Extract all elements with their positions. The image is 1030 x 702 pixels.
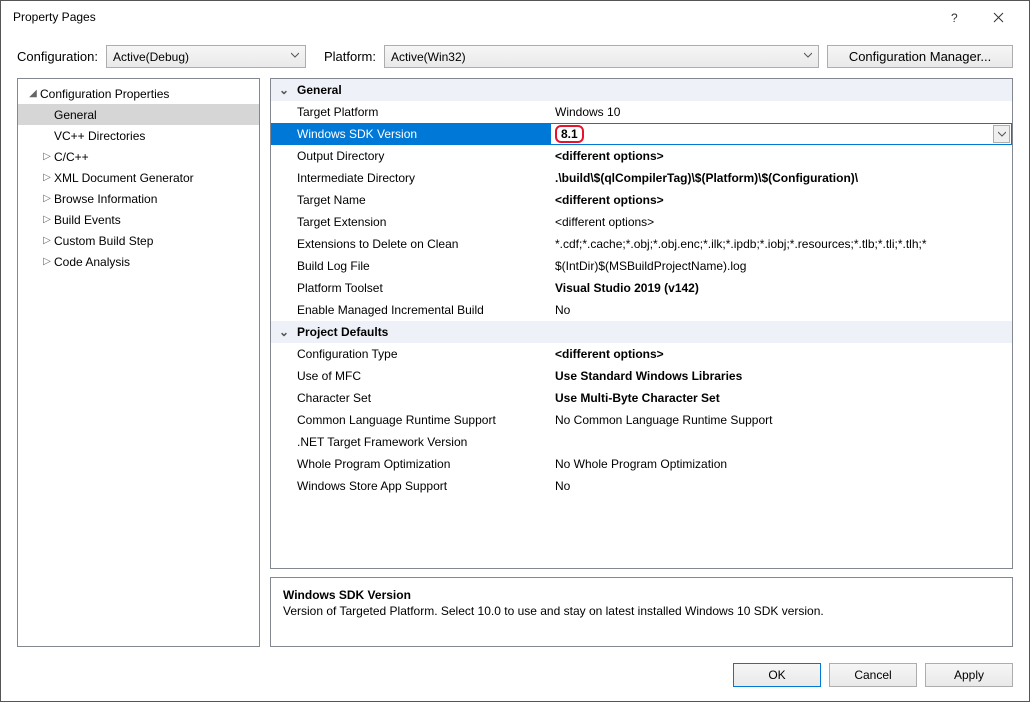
tree-item[interactable]: VC++ Directories [18, 125, 259, 146]
property-row[interactable]: Platform ToolsetVisual Studio 2019 (v142… [271, 277, 1012, 299]
platform-label: Platform: [324, 49, 376, 64]
expand-icon: ▷ [40, 256, 54, 267]
property-row[interactable]: Enable Managed Incremental BuildNo [271, 299, 1012, 321]
property-row[interactable]: Use of MFCUse Standard Windows Libraries [271, 365, 1012, 387]
property-row[interactable]: Target Extension<different options> [271, 211, 1012, 233]
property-grid[interactable]: ⌄GeneralTarget PlatformWindows 10Windows… [270, 78, 1013, 569]
tree-item[interactable]: General [18, 104, 259, 125]
property-label: Build Log File [271, 259, 551, 273]
close-button[interactable] [976, 3, 1021, 31]
property-value[interactable]: No Whole Program Optimization [551, 457, 1012, 471]
expand-icon: ▷ [40, 193, 54, 204]
property-row[interactable]: Common Language Runtime SupportNo Common… [271, 409, 1012, 431]
ok-button[interactable]: OK [733, 663, 821, 687]
cancel-button[interactable]: Cancel [829, 663, 917, 687]
property-row[interactable]: .NET Target Framework Version [271, 431, 1012, 453]
section-header[interactable]: ⌄General [271, 79, 1012, 101]
window-title: Property Pages [9, 10, 931, 24]
tree-item[interactable]: ▷XML Document Generator [18, 167, 259, 188]
property-value[interactable]: *.cdf;*.cache;*.obj;*.obj.enc;*.ilk;*.ip… [551, 237, 1012, 251]
expand-icon: ▷ [40, 172, 54, 183]
dialog-buttons: OK Cancel Apply [1, 655, 1029, 701]
property-label: Target Name [271, 193, 551, 207]
property-label: Intermediate Directory [271, 171, 551, 185]
property-value[interactable]: Visual Studio 2019 (v142) [551, 281, 1012, 295]
property-value[interactable]: .\build\$(qlCompilerTag)\$(Platform)\$(C… [551, 171, 1012, 185]
property-value[interactable]: No Common Language Runtime Support [551, 413, 1012, 427]
property-label: Whole Program Optimization [271, 457, 551, 471]
property-label: Windows Store App Support [271, 479, 551, 493]
toolbar: Configuration: Active(Debug) Platform: A… [1, 33, 1029, 78]
property-value[interactable]: $(IntDir)$(MSBuildProjectName).log [551, 259, 1012, 273]
property-row[interactable]: Whole Program OptimizationNo Whole Progr… [271, 453, 1012, 475]
help-button[interactable]: ? [931, 3, 976, 31]
property-value[interactable]: <different options> [551, 193, 1012, 207]
property-value[interactable]: <different options> [551, 347, 1012, 361]
tree-item[interactable]: ▷C/C++ [18, 146, 259, 167]
property-row[interactable]: Target PlatformWindows 10 [271, 101, 1012, 123]
info-panel: Windows SDK Version Version of Targeted … [270, 577, 1013, 647]
chevron-down-icon: ⌄ [271, 83, 297, 97]
chevron-down-icon [804, 51, 812, 59]
configuration-select[interactable]: Active(Debug) [106, 45, 306, 68]
property-row[interactable]: Extensions to Delete on Clean*.cdf;*.cac… [271, 233, 1012, 255]
tree-item[interactable]: ▷Code Analysis [18, 251, 259, 272]
property-label: Extensions to Delete on Clean [271, 237, 551, 251]
property-value[interactable]: 8.1 [551, 124, 1011, 144]
property-value[interactable]: No [551, 303, 1012, 317]
property-row[interactable]: Output Directory<different options> [271, 145, 1012, 167]
tree-item[interactable]: ▷Build Events [18, 209, 259, 230]
property-row[interactable]: Configuration Type<different options> [271, 343, 1012, 365]
chevron-down-icon: ⌄ [271, 325, 297, 339]
configuration-manager-button[interactable]: Configuration Manager... [827, 45, 1013, 68]
property-value[interactable]: <different options> [551, 215, 1012, 229]
section-header[interactable]: ⌄Project Defaults [271, 321, 1012, 343]
property-row[interactable]: Target Name<different options> [271, 189, 1012, 211]
tree-view[interactable]: ◢ Configuration Properties GeneralVC++ D… [17, 78, 260, 647]
property-row[interactable]: Windows SDK Version8.1 [271, 123, 1012, 145]
apply-button[interactable]: Apply [925, 663, 1013, 687]
property-row[interactable]: Windows Store App SupportNo [271, 475, 1012, 497]
expand-icon: ▷ [40, 235, 54, 246]
property-label: Common Language Runtime Support [271, 413, 551, 427]
info-description: Version of Targeted Platform. Select 10.… [283, 604, 1000, 618]
property-row[interactable]: Intermediate Directory.\build\$(qlCompil… [271, 167, 1012, 189]
dropdown-button[interactable] [993, 125, 1010, 143]
property-value[interactable]: Use Multi-Byte Character Set [551, 391, 1012, 405]
property-row[interactable]: Character SetUse Multi-Byte Character Se… [271, 387, 1012, 409]
property-label: Platform Toolset [271, 281, 551, 295]
property-label: Output Directory [271, 149, 551, 163]
expand-icon: ▷ [40, 214, 54, 225]
property-label: Target Extension [271, 215, 551, 229]
svg-text:?: ? [951, 11, 958, 24]
property-label: Use of MFC [271, 369, 551, 383]
property-value[interactable]: Windows 10 [551, 105, 1012, 119]
tree-root[interactable]: ◢ Configuration Properties [18, 83, 259, 104]
expand-icon: ▷ [40, 151, 54, 162]
configuration-label: Configuration: [17, 49, 98, 64]
property-label: Target Platform [271, 105, 551, 119]
property-label: Enable Managed Incremental Build [271, 303, 551, 317]
chevron-down-icon [291, 51, 299, 59]
platform-select[interactable]: Active(Win32) [384, 45, 819, 68]
property-label: .NET Target Framework Version [271, 435, 551, 449]
property-value[interactable]: No [551, 479, 1012, 493]
property-label: Character Set [271, 391, 551, 405]
property-label: Configuration Type [271, 347, 551, 361]
property-value[interactable]: Use Standard Windows Libraries [551, 369, 1012, 383]
tree-item[interactable]: ▷Browse Information [18, 188, 259, 209]
info-title: Windows SDK Version [283, 588, 1000, 602]
property-label: Windows SDK Version [271, 127, 551, 141]
tree-item[interactable]: ▷Custom Build Step [18, 230, 259, 251]
collapse-icon: ◢ [26, 88, 40, 99]
property-value[interactable]: <different options> [551, 149, 1012, 163]
title-bar: Property Pages ? [1, 1, 1029, 33]
property-row[interactable]: Build Log File$(IntDir)$(MSBuildProjectN… [271, 255, 1012, 277]
